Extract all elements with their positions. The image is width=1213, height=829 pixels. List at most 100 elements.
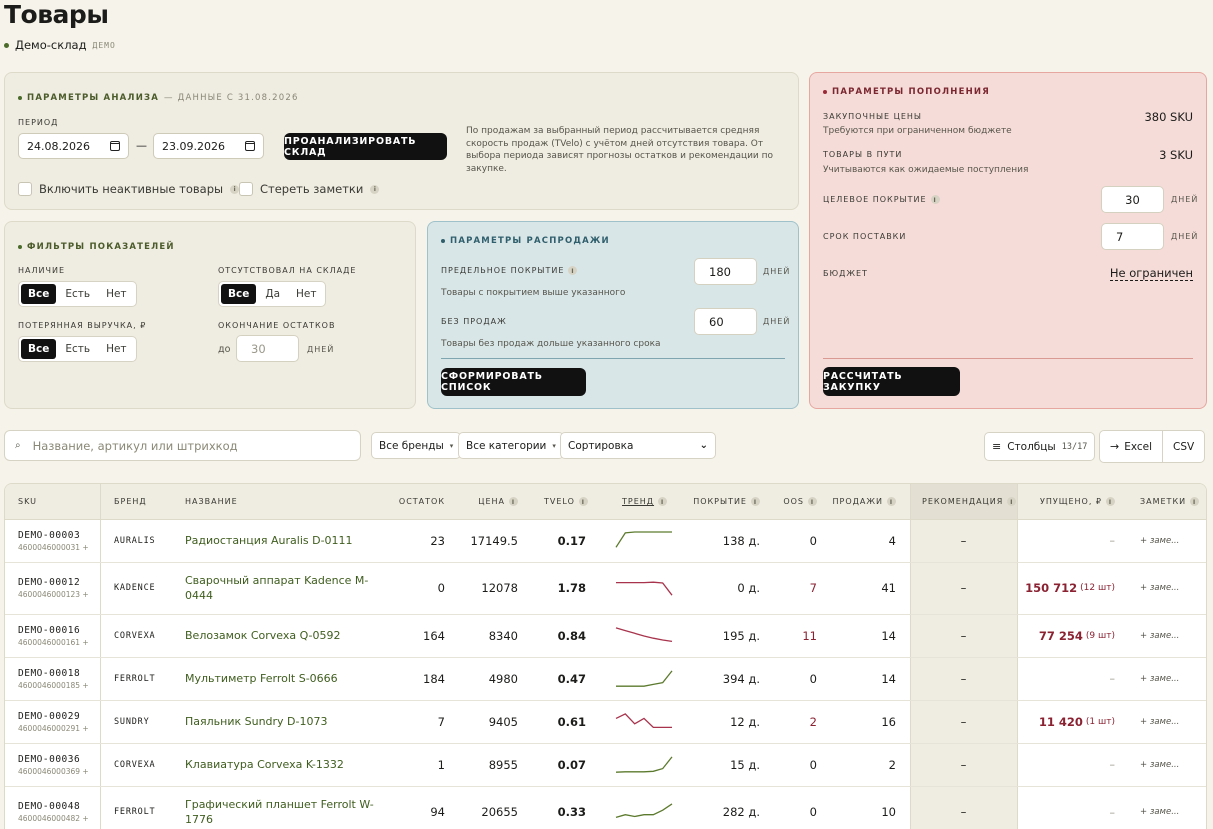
analyze-button[interactable]: Проанализировать склад [284, 133, 447, 160]
info-icon[interactable]: i [370, 184, 380, 194]
info-icon[interactable]: i [887, 497, 896, 506]
dot-icon [18, 96, 22, 100]
info-icon[interactable]: i [1007, 497, 1017, 506]
include-inactive-checkbox[interactable]: Включить неактивные товары i [18, 182, 240, 196]
info-icon[interactable]: i [578, 497, 588, 506]
notes-button[interactable]: + заме... [1140, 700, 1200, 743]
budget-link[interactable]: Не ограничен [1109, 266, 1193, 281]
brands-dropdown[interactable]: Все бренды ▾ [371, 432, 462, 459]
stock-end-unit: дней [307, 345, 335, 354]
table-row[interactable]: DEMO-00012 4600046000123 + KADENCE Сварочны… [5, 562, 1206, 615]
search-input[interactable]: ⌕ Название, артикул или штрихкод [4, 430, 361, 461]
date-to-input[interactable]: 23.09.2026 [153, 133, 264, 159]
lost-all[interactable]: Все [21, 339, 57, 359]
table-row[interactable]: DEMO-00048 4600046000482 + FERROLT Графичес… [5, 786, 1206, 829]
calculate-purchase-button[interactable]: Рассчитать закупку [823, 367, 960, 396]
info-icon[interactable]: i [1190, 497, 1200, 506]
clear-notes-checkbox[interactable]: Стереть заметки i [239, 182, 380, 196]
sku-code[interactable]: DEMO-00003 [18, 530, 80, 541]
lead-input[interactable]: 7 [1101, 223, 1164, 250]
workspace-tag: ДЕМО [92, 40, 116, 50]
notes-button[interactable]: + заме... [1140, 743, 1200, 786]
product-name-link[interactable]: Радиостанция Auralis D-0111 [185, 533, 353, 548]
th-tvelo[interactable]: TVelo i [544, 484, 588, 519]
sort-select[interactable]: Сортировка ⌄ [560, 432, 716, 459]
price-cell: 4980 [488, 671, 518, 686]
trend-cell [615, 562, 675, 614]
coverage-input[interactable]: 180 [694, 258, 757, 285]
info-icon[interactable]: i [568, 266, 578, 275]
th-notes[interactable]: Заметки i [1140, 484, 1200, 519]
info-icon[interactable]: i [658, 497, 668, 506]
categories-dropdown[interactable]: Все категории ▾ [458, 432, 564, 459]
oos-yes[interactable]: Да [258, 284, 287, 304]
oos-all[interactable]: Все [221, 284, 257, 304]
th-sku[interactable]: SKU [18, 484, 37, 519]
product-name-link[interactable]: Графический планшет Ferrolt W-1776 [185, 797, 380, 827]
th-name[interactable]: Название [185, 484, 238, 519]
info-icon[interactable]: i [930, 195, 940, 204]
sales-cell: 41 [881, 581, 896, 595]
sku-code[interactable]: DEMO-00029 [18, 711, 80, 722]
availability-all[interactable]: Все [21, 284, 57, 304]
arrow-right-icon: → [1110, 440, 1120, 453]
excel-button[interactable]: → Excel [1100, 431, 1164, 462]
lost-no[interactable]: Нет [99, 339, 133, 359]
th-stock[interactable]: Остаток [385, 484, 445, 519]
notes-button[interactable]: + заме... [1140, 657, 1200, 700]
csv-button[interactable]: CSV [1163, 431, 1204, 462]
info-icon[interactable]: i [509, 497, 518, 506]
th-lost[interactable]: Упущено, ₽ i [1025, 484, 1115, 519]
th-recommendation[interactable]: Рекомендация i [922, 484, 1017, 519]
table-row[interactable]: DEMO-00003 4600046000031 + AURALIS Радиоста… [5, 519, 1206, 563]
info-icon[interactable]: i [230, 184, 240, 194]
th-trend[interactable]: Тренд i [622, 484, 668, 519]
notes-button[interactable]: + заме... [1140, 614, 1200, 657]
transit-value: 3 SKU [1159, 148, 1193, 162]
oos-no[interactable]: Нет [289, 284, 323, 304]
oos-toggle[interactable]: Все Да Нет [218, 281, 327, 307]
sku-code[interactable]: DEMO-00012 [18, 577, 80, 588]
table-row[interactable]: DEMO-00018 4600046000185 + FERROLT Мультиме… [5, 657, 1206, 701]
columns-button[interactable]: ≡ Столбцы 13/17 [984, 432, 1096, 461]
lost-value: 11 420 [1038, 714, 1083, 729]
product-name-link[interactable]: Мультиметр Ferrolt S-0666 [185, 671, 338, 686]
th-oos[interactable]: OOS i [765, 484, 817, 519]
date-from-input[interactable]: 24.08.2026 [18, 133, 129, 159]
availability-yes[interactable]: Есть [58, 284, 97, 304]
brand-cell: FERROLT [114, 807, 156, 817]
availability-no[interactable]: Нет [99, 284, 133, 304]
info-icon[interactable]: i [751, 497, 760, 506]
th-brand[interactable]: Бренд [114, 484, 147, 519]
sku-code[interactable]: DEMO-00036 [18, 754, 80, 765]
target-input[interactable]: 30 [1101, 186, 1164, 213]
stock-cell: 94 [430, 805, 445, 819]
product-name-link[interactable]: Клавиатура Corvexa K-1332 [185, 757, 344, 772]
info-icon[interactable]: i [808, 497, 817, 506]
no-sales-input[interactable]: 60 [694, 308, 757, 335]
product-name-link[interactable]: Сварочный аппарат Kadence M-0444 [185, 573, 380, 603]
availability-toggle[interactable]: Все Есть Нет [18, 281, 137, 307]
table-row[interactable]: DEMO-00029 4600046000291 + SUNDRY Паяльник … [5, 700, 1206, 744]
th-price[interactable]: Цена i [445, 484, 518, 519]
th-sales[interactable]: Продажи i [825, 484, 896, 519]
table-row[interactable]: DEMO-00036 4600046000369 + CORVEXA Клавиату… [5, 743, 1206, 787]
notes-button[interactable]: + заме... [1140, 562, 1200, 614]
lost-revenue-toggle[interactable]: Все Есть Нет [18, 336, 137, 362]
make-list-button[interactable]: Сформировать список [441, 368, 586, 396]
stock-end-input[interactable]: 30 [236, 335, 299, 362]
notes-button[interactable]: + заме... [1140, 786, 1200, 829]
notes-button[interactable]: + заме... [1140, 519, 1200, 562]
lost-yes[interactable]: Есть [58, 339, 97, 359]
calendar-icon[interactable] [245, 141, 255, 151]
product-name-link[interactable]: Велозамок Corvexa Q-0592 [185, 628, 341, 643]
sku-code[interactable]: DEMO-00016 [18, 625, 80, 636]
sku-code[interactable]: DEMO-00048 [18, 801, 80, 812]
info-icon[interactable]: i [1106, 497, 1115, 506]
sku-code[interactable]: DEMO-00018 [18, 668, 80, 679]
barcode: 4600046000369 + [18, 766, 89, 776]
calendar-icon[interactable] [110, 141, 120, 151]
th-coverage[interactable]: Покрытие i [685, 484, 760, 519]
table-row[interactable]: DEMO-00016 4600046000161 + CORVEXA Велозамо… [5, 614, 1206, 658]
product-name-link[interactable]: Паяльник Sundry D-1073 [185, 714, 328, 729]
